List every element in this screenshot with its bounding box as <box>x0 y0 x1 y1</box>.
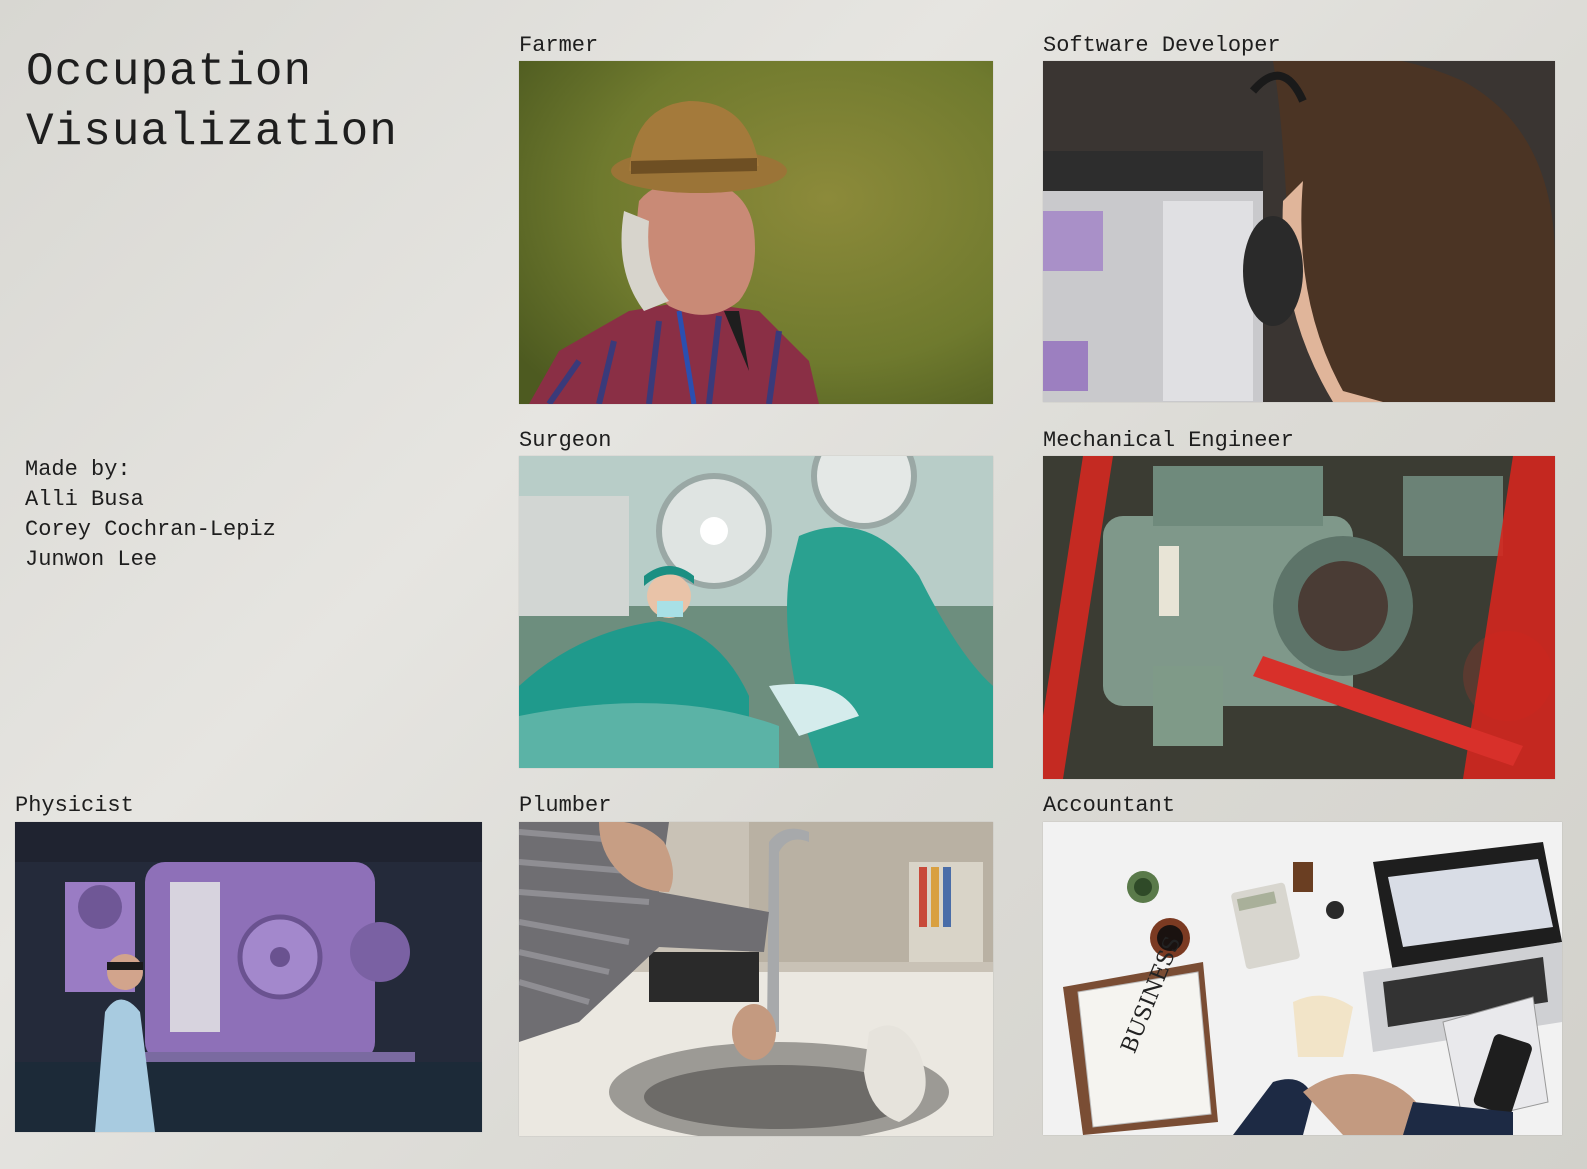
plumber-photo[interactable] <box>519 822 993 1136</box>
software-developer-photo[interactable] <box>1043 61 1555 402</box>
plumber-photo-image <box>519 822 993 1136</box>
tile-label-surgeon: Surgeon <box>519 428 612 453</box>
tile-label-physicist: Physicist <box>15 793 134 818</box>
surgeon-photo-image <box>519 456 993 768</box>
accountant-photo[interactable]: BUSINESS <box>1043 822 1562 1135</box>
physicist-photo-image <box>15 822 482 1132</box>
credits: Made by: Alli Busa Corey Cochran-Lepiz J… <box>25 455 276 575</box>
farmer-photo[interactable] <box>519 61 993 404</box>
physicist-photo[interactable] <box>15 822 482 1132</box>
page-title-line-2: Visualization <box>26 106 398 158</box>
farmer-photo-image <box>519 61 993 404</box>
mechanical-engineer-photo[interactable] <box>1043 456 1555 779</box>
tile-label-software-developer: Software Developer <box>1043 33 1281 58</box>
tile-label-plumber: Plumber <box>519 793 612 818</box>
credits-heading: Made by: <box>25 457 131 482</box>
author-name: Junwon Lee <box>25 547 158 572</box>
surgeon-photo[interactable] <box>519 456 993 768</box>
tile-label-farmer: Farmer <box>519 33 599 58</box>
tile-label-mechanical-engineer: Mechanical Engineer <box>1043 428 1294 453</box>
tile-label-accountant: Accountant <box>1043 793 1176 818</box>
author-name: Alli Busa <box>25 487 144 512</box>
software-developer-photo-image <box>1043 61 1555 402</box>
page-title-line-1: Occupation <box>26 46 313 98</box>
accountant-photo-image: BUSINESS <box>1043 822 1562 1135</box>
page-title: Occupation Visualization <box>26 42 398 162</box>
author-name: Corey Cochran-Lepiz <box>25 517 276 542</box>
mechanical-engineer-photo-image <box>1043 456 1555 779</box>
